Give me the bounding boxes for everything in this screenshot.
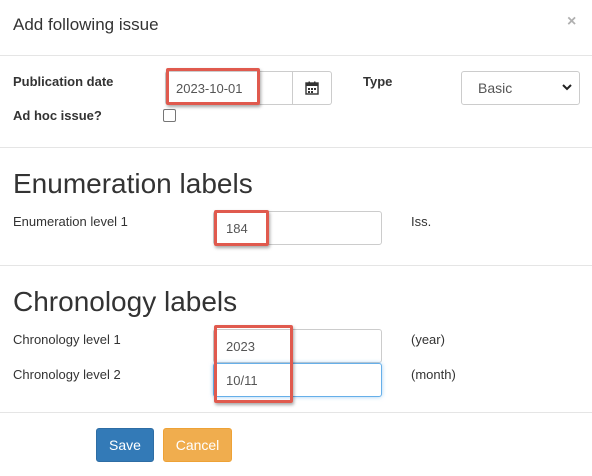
chronology-level2-label: Chronology level 2 — [13, 367, 121, 382]
chronology-level1-input[interactable]: 2023 — [213, 329, 382, 363]
enumeration-level1-label: Enumeration level 1 — [13, 214, 128, 229]
type-label: Type — [363, 74, 393, 89]
add-issue-modal: Add following issue × Publication date 2… — [0, 0, 592, 476]
chronology-level2-suffix: (month) — [411, 367, 456, 382]
header-divider — [0, 55, 592, 56]
chronology-heading: Chronology labels — [13, 286, 238, 317]
publication-date-input[interactable]: 2023-10-01 — [165, 71, 293, 105]
modal-title: Add following issue — [13, 15, 159, 34]
adhoc-checkbox[interactable] — [163, 109, 176, 122]
enumeration-level1-suffix: Iss. — [411, 214, 432, 229]
cancel-button[interactable]: Cancel — [163, 428, 232, 462]
chronology-level1-label: Chronology level 1 — [13, 332, 121, 347]
footer-divider — [0, 412, 592, 413]
close-icon[interactable]: × — [567, 13, 576, 31]
divider-enumeration — [0, 265, 592, 266]
calendar-button[interactable] — [293, 71, 332, 105]
enumeration-heading: Enumeration labels — [13, 168, 253, 199]
chronology-level2-value: 10/11 — [226, 372, 258, 388]
publication-date-value: 2023-10-01 — [176, 80, 243, 96]
type-select-value: Basic — [478, 80, 513, 96]
divider-publication — [0, 147, 592, 148]
calendar-icon — [305, 81, 319, 95]
adhoc-label: Ad hoc issue? — [13, 108, 102, 123]
chevron-down-icon — [562, 84, 572, 91]
enumeration-level1-value: 184 — [226, 220, 248, 236]
chronology-level1-suffix: (year) — [411, 332, 445, 347]
publication-date-label: Publication date — [13, 74, 114, 89]
chronology-level2-input[interactable]: 10/11 — [213, 363, 382, 397]
chronology-level1-value: 2023 — [226, 338, 255, 354]
save-button[interactable]: Save — [96, 428, 154, 462]
type-select[interactable]: Basic — [461, 71, 580, 105]
enumeration-level1-input[interactable]: 184 — [213, 211, 382, 245]
